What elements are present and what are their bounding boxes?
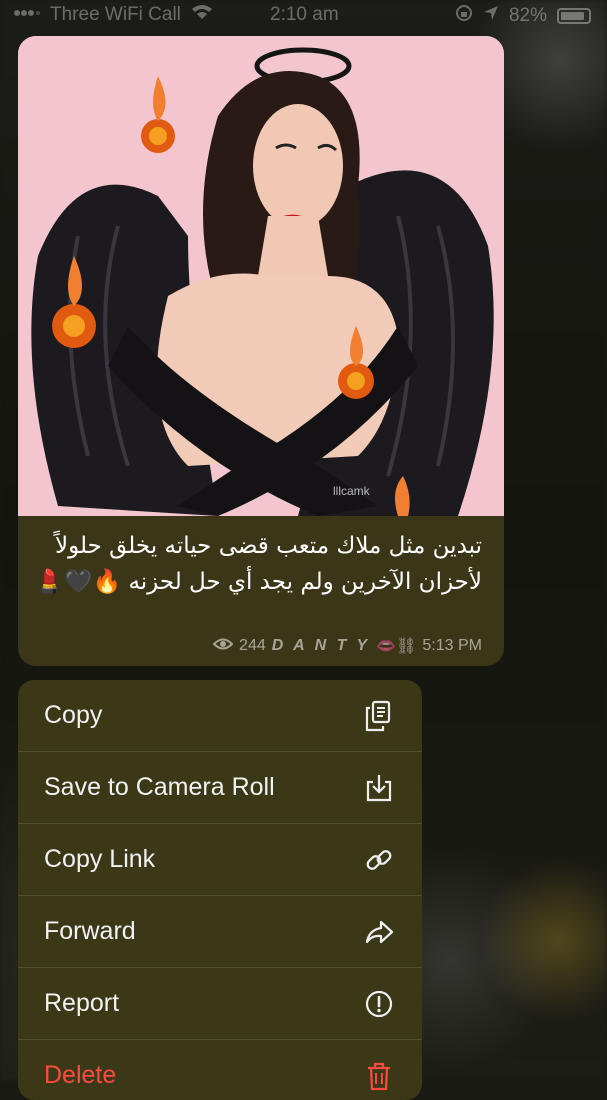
copy-menu-item[interactable]: Copy bbox=[18, 680, 422, 752]
angel-illustration bbox=[18, 36, 504, 516]
message-meta: 244 D A N T Y 👄⛓ 5:13 PM bbox=[212, 636, 482, 656]
view-count: 244 bbox=[239, 637, 266, 654]
signature-emoji: 👄⛓ bbox=[376, 638, 417, 655]
location-icon bbox=[483, 5, 499, 27]
copy-icon bbox=[362, 699, 396, 733]
forward-label: Forward bbox=[44, 917, 136, 945]
image-watermark: lllcamk bbox=[333, 484, 370, 498]
context-menu: Copy Save to Camera Roll Copy Link Forwa… bbox=[18, 680, 422, 1100]
author-signature: D A N T Y bbox=[271, 637, 371, 654]
copy-link-menu-item[interactable]: Copy Link bbox=[18, 824, 422, 896]
battery-icon bbox=[557, 8, 591, 24]
eye-icon bbox=[212, 637, 234, 656]
trash-icon bbox=[362, 1059, 396, 1093]
carrier-name: Three WiFi Call bbox=[50, 4, 181, 25]
forward-menu-item[interactable]: Forward bbox=[18, 896, 422, 968]
status-bar: Three WiFi Call 2:10 am 82% bbox=[0, 0, 607, 34]
report-exclamation-icon bbox=[362, 987, 396, 1021]
link-icon bbox=[362, 843, 396, 877]
status-right: 82% bbox=[455, 4, 591, 28]
forward-icon bbox=[362, 915, 396, 949]
save-label: Save to Camera Roll bbox=[44, 773, 275, 801]
save-to-camera-roll-menu-item[interactable]: Save to Camera Roll bbox=[18, 752, 422, 824]
report-label: Report bbox=[44, 989, 120, 1017]
message-bubble[interactable]: lllcamk تبدين مثل ملاك متعب قضى حياته يخ… bbox=[18, 36, 504, 666]
rotation-lock-icon bbox=[455, 4, 473, 28]
carrier: Three WiFi Call bbox=[14, 4, 213, 26]
message-time: 5:13 PM bbox=[422, 637, 482, 654]
delete-label: Delete bbox=[44, 1061, 117, 1089]
signal-icon bbox=[14, 4, 40, 26]
delete-menu-item[interactable]: Delete bbox=[18, 1040, 422, 1100]
message-image[interactable]: lllcamk bbox=[18, 36, 504, 516]
copy-label: Copy bbox=[44, 701, 103, 729]
battery-percent: 82% bbox=[508, 5, 547, 26]
status-time: 2:10 am bbox=[270, 4, 339, 25]
report-menu-item[interactable]: Report bbox=[18, 968, 422, 1040]
copy-link-label: Copy Link bbox=[44, 845, 156, 873]
save-download-icon bbox=[362, 771, 396, 805]
message-caption: تبدين مثل ملاك متعب قضى حياته يخلق حلولا… bbox=[35, 533, 482, 595]
wifi-icon bbox=[191, 4, 213, 26]
